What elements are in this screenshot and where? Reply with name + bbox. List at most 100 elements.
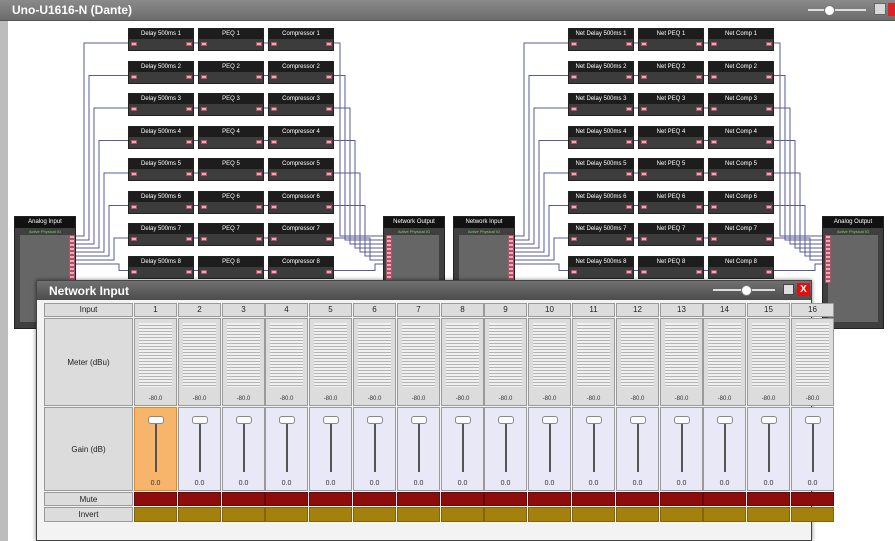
mute-button[interactable]: [353, 492, 396, 506]
dsp-block[interactable]: Compressor 3: [268, 93, 334, 116]
invert-button[interactable]: [616, 507, 659, 522]
dsp-block[interactable]: Compressor 5: [268, 158, 334, 181]
invert-button[interactable]: [484, 507, 527, 522]
zoom-slider-knob[interactable]: [824, 5, 835, 16]
gain-fader[interactable]: 0.0: [484, 407, 527, 491]
gain-fader[interactable]: 0.0: [441, 407, 484, 491]
dsp-block[interactable]: Net Comp 4: [708, 125, 774, 149]
output-pin[interactable]: [766, 107, 772, 111]
input-pin[interactable]: [571, 74, 577, 79]
zoom-slider[interactable]: [808, 5, 866, 16]
fader-knob[interactable]: [673, 416, 690, 424]
mute-button[interactable]: [484, 492, 527, 506]
input-pin[interactable]: [641, 237, 647, 241]
dsp-block[interactable]: Compressor 4: [268, 125, 334, 149]
input-pin[interactable]: [131, 139, 137, 144]
invert-button[interactable]: [747, 507, 790, 522]
output-pin[interactable]: [186, 269, 192, 274]
dsp-block[interactable]: Compressor 6: [268, 190, 334, 214]
input-pin[interactable]: [571, 204, 577, 209]
output-pin[interactable]: [696, 172, 702, 176]
invert-button[interactable]: [572, 507, 615, 522]
input-pin[interactable]: [131, 204, 137, 209]
output-pin[interactable]: [696, 42, 702, 46]
output-pin[interactable]: [256, 139, 262, 144]
fader-knob[interactable]: [410, 416, 427, 424]
input-pin[interactable]: [201, 139, 207, 144]
input-pin[interactable]: [201, 204, 207, 209]
dsp-block[interactable]: Compressor 1: [268, 28, 334, 51]
fader-track[interactable]: [767, 416, 770, 472]
dsp-block[interactable]: Delay 500ms 8: [128, 255, 194, 279]
dialog-close-button[interactable]: X: [797, 283, 810, 296]
gain-fader[interactable]: 0.0: [660, 407, 703, 491]
output-pin[interactable]: [766, 269, 772, 274]
input-pin[interactable]: [201, 74, 207, 79]
output-pin[interactable]: [626, 172, 632, 176]
input-pin[interactable]: [271, 74, 277, 79]
gain-fader[interactable]: 0.0: [528, 407, 571, 491]
input-pin[interactable]: [711, 139, 717, 144]
output-pin[interactable]: [626, 42, 632, 46]
mute-button[interactable]: [222, 492, 265, 506]
fader-knob[interactable]: [147, 416, 164, 424]
dialog-zoom-slider[interactable]: [713, 285, 775, 296]
dsp-block[interactable]: Delay 500ms 2: [128, 60, 194, 84]
mute-button[interactable]: [747, 492, 790, 506]
gain-fader[interactable]: 0.0: [265, 407, 308, 491]
input-pin[interactable]: [201, 237, 207, 241]
output-pin[interactable]: [766, 74, 772, 79]
dsp-block[interactable]: PEQ 3: [198, 93, 264, 116]
mute-button[interactable]: [309, 492, 352, 506]
dsp-block[interactable]: Delay 500ms 6: [128, 190, 194, 214]
dialog-maximize-button[interactable]: [783, 284, 794, 295]
output-pin[interactable]: [326, 74, 332, 79]
output-pin[interactable]: [696, 74, 702, 79]
invert-button[interactable]: [353, 507, 396, 522]
fader-track[interactable]: [680, 416, 683, 472]
dsp-block[interactable]: Compressor 2: [268, 60, 334, 84]
dsp-block[interactable]: Net Comp 5: [708, 158, 774, 181]
input-pin[interactable]: [571, 139, 577, 144]
input-pin[interactable]: [641, 139, 647, 144]
output-pin[interactable]: [186, 107, 192, 111]
invert-button[interactable]: [265, 507, 308, 522]
dsp-block[interactable]: Delay 500ms 3: [128, 93, 194, 116]
output-pin[interactable]: [766, 172, 772, 176]
gain-fader[interactable]: 0.0: [134, 407, 177, 491]
dsp-block[interactable]: PEQ 1: [198, 28, 264, 51]
fader-track[interactable]: [636, 416, 639, 472]
invert-button[interactable]: [397, 507, 440, 522]
input-pin[interactable]: [271, 237, 277, 241]
input-pin[interactable]: [201, 269, 207, 274]
input-pin[interactable]: [711, 107, 717, 111]
output-pin[interactable]: [626, 139, 632, 144]
mute-button[interactable]: [616, 492, 659, 506]
fader-track[interactable]: [592, 416, 595, 472]
mute-button[interactable]: [178, 492, 221, 506]
fader-knob[interactable]: [760, 416, 777, 424]
input-pin[interactable]: [131, 237, 137, 241]
dsp-block[interactable]: Net Delay 500ms 2: [568, 60, 634, 84]
dsp-block[interactable]: Delay 500ms 7: [128, 223, 194, 246]
dialog-titlebar[interactable]: Network Input X: [37, 281, 811, 300]
dsp-block[interactable]: Net PEQ 5: [638, 158, 704, 181]
fader-track[interactable]: [811, 416, 814, 472]
output-pin[interactable]: [696, 139, 702, 144]
dsp-block[interactable]: Net Comp 8: [708, 255, 774, 279]
output-pin[interactable]: [186, 172, 192, 176]
input-pin[interactable]: [641, 42, 647, 46]
output-pin[interactable]: [326, 269, 332, 274]
fader-track[interactable]: [154, 416, 157, 472]
fader-track[interactable]: [548, 416, 551, 472]
fader-knob[interactable]: [716, 416, 733, 424]
input-pin[interactable]: [711, 204, 717, 209]
input-pin[interactable]: [711, 237, 717, 241]
dsp-block[interactable]: PEQ 7: [198, 223, 264, 246]
dsp-block[interactable]: Net Delay 500ms 4: [568, 125, 634, 149]
input-pin[interactable]: [131, 74, 137, 79]
gain-fader[interactable]: 0.0: [572, 407, 615, 491]
dsp-block[interactable]: PEQ 4: [198, 125, 264, 149]
dsp-block[interactable]: Net Comp 1: [708, 28, 774, 51]
gain-fader[interactable]: 0.0: [222, 407, 265, 491]
